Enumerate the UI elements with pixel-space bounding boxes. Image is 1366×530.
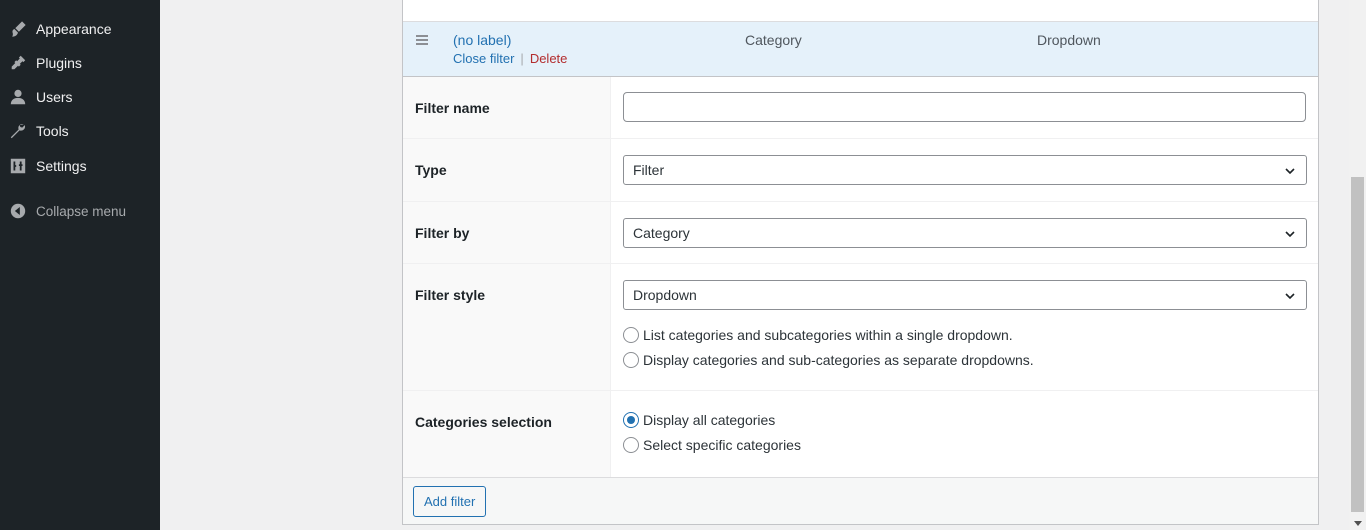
filter-name-input[interactable]	[623, 92, 1306, 122]
delete-filter-link[interactable]: Delete	[530, 51, 568, 66]
radio-circle-checked[interactable]	[623, 412, 639, 428]
radio-separate-dropdowns[interactable]: Display categories and sub-categories as…	[623, 352, 1034, 368]
radio-label: List categories and subcategories within…	[643, 327, 1013, 343]
type-select-value: Filter	[633, 162, 665, 178]
filter-style-label: Filter style	[415, 287, 486, 303]
sidebar-item-label: Appearance	[36, 21, 112, 37]
sidebar-item-label: Settings	[36, 158, 87, 174]
panel-footer: Add filter	[403, 477, 1318, 524]
row-filter-by: Filter by Category	[403, 202, 1318, 264]
radio-label: Select specific categories	[643, 437, 801, 453]
user-icon	[0, 88, 36, 106]
page-scrollbar[interactable]	[1349, 0, 1366, 530]
sidebar-item-plugins[interactable]: Plugins	[0, 46, 160, 80]
filter-by-label: Filter by	[415, 225, 470, 241]
categories-selection-label: Categories selection	[415, 414, 552, 430]
plugin-icon	[0, 54, 36, 72]
add-filter-button[interactable]: Add filter	[413, 486, 487, 517]
drag-handle-icon[interactable]	[416, 33, 432, 47]
scroll-down-arrow-icon[interactable]	[1354, 521, 1362, 526]
radio-circle[interactable]	[623, 437, 639, 453]
radio-select-specific-categories[interactable]: Select specific categories	[623, 437, 801, 453]
close-filter-link[interactable]: Close filter	[453, 51, 514, 66]
row-type: Type Filter	[403, 139, 1318, 202]
radio-circle[interactable]	[623, 352, 639, 368]
action-separator: |	[520, 51, 524, 66]
filter-by-select[interactable]: Category	[623, 218, 1307, 248]
sidebar-item-label: Plugins	[36, 55, 82, 71]
radio-label: Display all categories	[643, 412, 776, 428]
scrollbar-thumb[interactable]	[1351, 177, 1364, 512]
chevron-down-icon	[1285, 293, 1295, 300]
wrench-icon	[0, 122, 36, 140]
row-filter-style: Filter style Dropdown List categories an…	[403, 264, 1318, 391]
radio-single-dropdown[interactable]: List categories and subcategories within…	[623, 327, 1013, 343]
radio-display-all-categories[interactable]: Display all categories	[623, 412, 775, 428]
settings-sliders-icon	[0, 157, 36, 175]
filter-style-select[interactable]: Dropdown	[623, 280, 1307, 310]
sidebar-item-label: Users	[36, 89, 73, 105]
type-label: Type	[415, 162, 447, 178]
type-select[interactable]: Filter	[623, 155, 1307, 185]
sidebar-item-appearance[interactable]: Appearance	[0, 12, 160, 46]
filter-style-summary: Dropdown	[1037, 32, 1101, 48]
filter-panel: (no label) Close filter | Delete Category …	[402, 0, 1319, 525]
panel-top-strip	[403, 0, 1318, 22]
row-filter-name: Filter name	[403, 77, 1318, 139]
sidebar-item-label: Tools	[36, 123, 69, 139]
filter-title[interactable]: (no label)	[453, 32, 511, 48]
filter-by-select-value: Category	[633, 225, 690, 241]
collapse-menu-button[interactable]: Collapse menu	[0, 194, 160, 228]
collapse-menu-label: Collapse menu	[36, 203, 127, 219]
sidebar-item-settings[interactable]: Settings	[0, 149, 160, 183]
radio-circle[interactable]	[623, 327, 639, 343]
radio-label: Display categories and sub-categories as…	[643, 352, 1034, 368]
filter-actions: Close filter | Delete	[453, 51, 567, 66]
filter-style-select-value: Dropdown	[633, 287, 697, 303]
row-categories-selection: Categories selection Display all categor…	[403, 391, 1318, 477]
sidebar-item-users[interactable]: Users	[0, 80, 160, 114]
sidebar-item-tools[interactable]: Tools	[0, 114, 160, 148]
admin-sidebar: Appearance Plugins Users Tools Settings …	[0, 0, 160, 530]
filter-item-header: (no label) Close filter | Delete Category …	[403, 22, 1318, 77]
filter-name-label: Filter name	[415, 100, 490, 116]
paintbrush-icon	[0, 20, 36, 38]
filter-by-summary: Category	[745, 32, 802, 48]
chevron-down-icon	[1285, 168, 1295, 175]
collapse-arrow-icon	[0, 202, 36, 220]
chevron-down-icon	[1285, 231, 1295, 238]
